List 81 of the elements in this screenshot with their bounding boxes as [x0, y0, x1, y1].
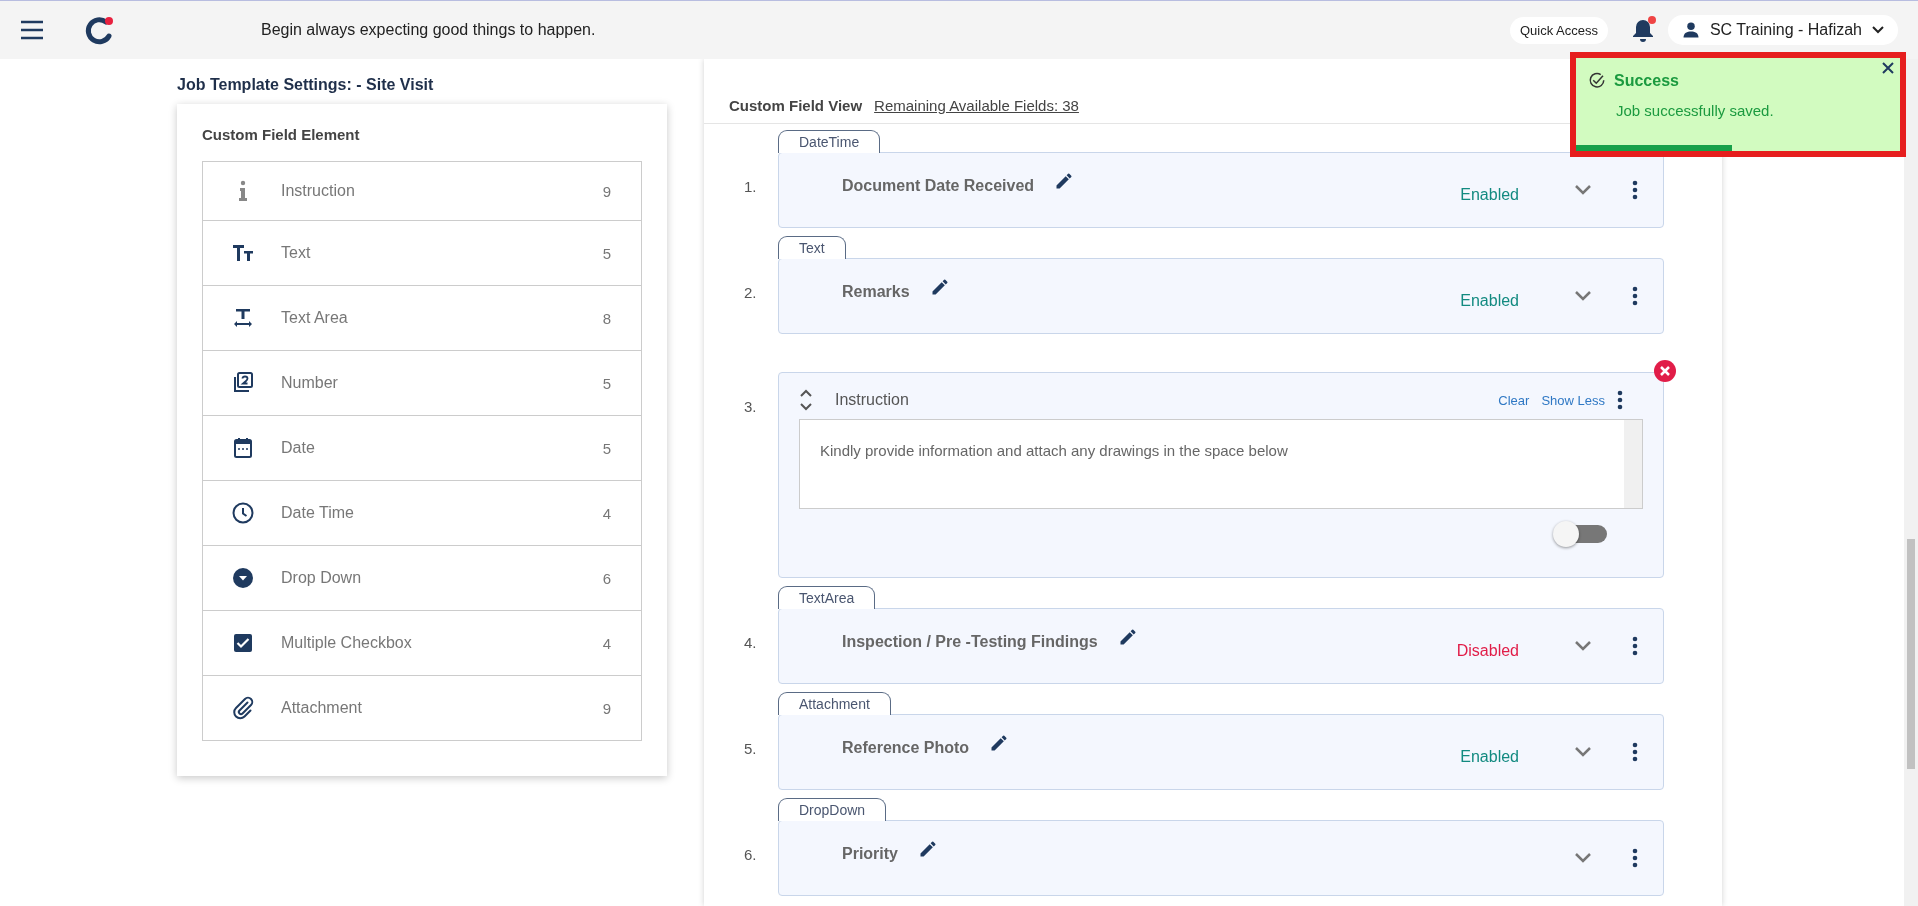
numbered-stack-icon — [231, 371, 255, 395]
chevron-down-icon[interactable] — [1574, 640, 1592, 652]
field-element-item[interactable]: Drop Down 6 — [203, 545, 641, 610]
notification-bell-icon[interactable] — [1631, 18, 1654, 42]
field-type-tag: Text — [778, 236, 846, 259]
field-element-item[interactable]: Instruction 9 — [203, 162, 641, 220]
field-label: Document Date Received — [842, 177, 1035, 195]
field-type-tag: DropDown — [778, 798, 887, 821]
count-text: 5 — [602, 244, 611, 262]
row-number: 5. — [744, 739, 758, 759]
toast-title: Success — [1614, 72, 1679, 90]
count-text: 4 — [602, 634, 611, 652]
status-text: Enabled — [1460, 748, 1519, 766]
field-element-item[interactable]: Attachment 9 — [203, 675, 641, 740]
panel-title: Custom Field View — [729, 97, 863, 114]
count-text: 9 — [602, 182, 611, 200]
close-icon — [1882, 62, 1894, 74]
close-icon[interactable] — [1653, 359, 1677, 383]
menu-icon[interactable] — [20, 20, 44, 40]
page-scrollbar[interactable] — [1904, 59, 1918, 906]
more-options-icon[interactable] — [1632, 180, 1638, 200]
row-number: 2. — [744, 283, 758, 303]
check-circle-icon — [1588, 72, 1606, 90]
calendar-icon — [231, 436, 255, 460]
count-text: 5 — [602, 439, 611, 457]
count-text: 5 — [602, 374, 611, 392]
scrollbar[interactable] — [1624, 420, 1642, 508]
field-element-item[interactable]: Date Time 4 — [203, 480, 641, 545]
count-text: 8 — [602, 309, 611, 327]
row-number: 4. — [744, 633, 758, 653]
field-element-item[interactable]: Text 5 — [203, 220, 641, 285]
field-element-item[interactable]: Number 5 — [203, 350, 641, 415]
field-type-tag: DateTime — [778, 130, 881, 153]
field-element-item[interactable]: Date 5 — [203, 415, 641, 480]
chevron-down-icon[interactable] — [1574, 746, 1592, 758]
status-text: Disabled — [1456, 642, 1519, 660]
instruction-textarea[interactable]: Kindly provide information and attach any drawings in the space below — [799, 419, 1643, 509]
status-text: Enabled — [1460, 292, 1519, 310]
count-text: 9 — [602, 699, 611, 717]
more-options-icon[interactable] — [1632, 636, 1638, 656]
field-label: Remarks — [842, 283, 910, 301]
checkbox-icon — [231, 631, 255, 655]
field-label: Inspection / Pre -Testing Findings — [842, 633, 1098, 651]
row-number: 1. — [744, 177, 758, 197]
dropdown-icon — [231, 566, 255, 590]
count-text: 4 — [602, 504, 611, 522]
chevron-down-icon — [1872, 26, 1884, 34]
status-text: Enabled — [1460, 186, 1519, 204]
paperclip-icon — [231, 696, 255, 720]
page-title: Job Template Settings: - Site Visit — [177, 76, 435, 94]
count-text: 6 — [602, 569, 611, 587]
field-label: Instruction — [835, 391, 909, 409]
clear-link[interactable]: Clear — [1498, 392, 1530, 408]
field-label: Priority — [842, 845, 898, 863]
chevron-down-icon[interactable] — [1574, 290, 1592, 302]
logo-icon[interactable] — [84, 14, 116, 46]
pencil-icon[interactable] — [918, 839, 938, 859]
user-menu-button[interactable]: SC Training - Hafizah — [1667, 15, 1898, 45]
chevron-down-icon[interactable] — [1574, 852, 1592, 864]
toast-message: Job successfully saved. — [1616, 102, 1775, 119]
motto-text: Begin always expecting good things to happen. — [261, 21, 597, 39]
close-button[interactable] — [1882, 62, 1894, 74]
field-element-item[interactable]: Multiple Checkbox 4 — [203, 610, 641, 675]
panel-title: Custom Field Element — [202, 126, 361, 143]
field-type-tag: Attachment — [778, 692, 891, 715]
more-options-icon[interactable] — [1632, 286, 1638, 306]
remaining-fields-link[interactable]: Remaining Available Fields: 38 — [874, 97, 1079, 114]
field-element-item[interactable]: Text Area 8 — [203, 285, 641, 350]
more-options-icon[interactable] — [1632, 742, 1638, 762]
row-number: 3. — [744, 397, 758, 417]
reorder-icon[interactable] — [799, 389, 813, 411]
field-type-tag: TextArea — [778, 586, 876, 609]
person-icon — [1681, 21, 1700, 39]
clock-icon — [231, 501, 255, 525]
field-label: Reference Photo — [842, 739, 970, 757]
show-less-link[interactable]: Show Less — [1541, 392, 1605, 408]
more-options-icon[interactable] — [1617, 390, 1623, 410]
quick-access-button[interactable]: Quick Access — [1509, 16, 1608, 44]
row-number: 6. — [744, 845, 758, 865]
more-options-icon[interactable] — [1632, 848, 1638, 868]
chevron-down-icon[interactable] — [1574, 184, 1592, 196]
